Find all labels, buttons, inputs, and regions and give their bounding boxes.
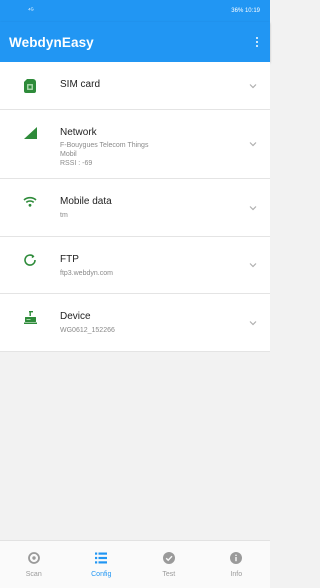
- device-icon: [0, 294, 60, 324]
- mobile-data-apn: tm: [60, 212, 68, 219]
- nav-test[interactable]: Test: [135, 541, 203, 588]
- nav-scan[interactable]: Scan: [0, 541, 68, 588]
- sim-card-icon: [0, 62, 60, 93]
- device-item[interactable]: Device WG0612_152266: [0, 294, 270, 352]
- more-vert-icon[interactable]: [252, 33, 263, 52]
- scan-icon: [27, 552, 40, 564]
- app-title: WebdynEasy: [9, 34, 94, 50]
- network-rssi: RSSI : -69: [60, 160, 93, 167]
- sim-card-title: SIM card: [60, 79, 101, 90]
- nav-info-label: Info: [230, 571, 243, 578]
- signal-status-icon: ⁴ᴳ: [28, 8, 34, 14]
- chevron-down-icon: [249, 263, 257, 268]
- config-icon: [95, 552, 108, 564]
- nav-info[interactable]: Info: [203, 541, 271, 588]
- network-title: Network: [60, 127, 97, 138]
- ftp-host: ftp3.webdyn.com: [60, 270, 113, 277]
- bottom-navigation: Scan Config Test Info: [0, 540, 270, 588]
- ftp-item[interactable]: FTP ftp3.webdyn.com: [0, 237, 270, 294]
- network-operator: F-Bouygues Telecom Things: [60, 142, 149, 149]
- sim-card-item[interactable]: SIM card: [0, 62, 270, 110]
- signal-icon: [0, 110, 60, 139]
- nav-scan-label: Scan: [25, 571, 42, 578]
- chevron-down-icon: [249, 83, 257, 88]
- wifi-icon: [0, 179, 60, 207]
- chevron-down-icon: [249, 142, 257, 147]
- network-operator-cont: Mobil: [60, 151, 77, 158]
- ftp-title: FTP: [60, 254, 79, 265]
- device-id: WG0612_152266: [60, 327, 115, 334]
- mobile-data-title: Mobile data: [60, 196, 112, 207]
- mobile-data-item[interactable]: Mobile data tm: [0, 179, 270, 237]
- nav-config-label: Config: [91, 571, 112, 578]
- status-bar: ⁴ᴳ 36% 10:19: [0, 0, 270, 22]
- info-icon: [230, 552, 243, 564]
- test-icon: [162, 552, 175, 564]
- app-bar: WebdynEasy: [0, 22, 270, 62]
- config-list: SIM card Network F-Bouygues Telecom Thin…: [0, 62, 270, 352]
- chevron-down-icon: [249, 320, 257, 325]
- device-title: Device: [60, 311, 91, 322]
- chevron-down-icon: [249, 205, 257, 210]
- network-item[interactable]: Network F-Bouygues Telecom Things Mobil …: [0, 110, 270, 179]
- ftp-icon: [0, 237, 60, 266]
- nav-test-label: Test: [162, 571, 176, 578]
- nav-config[interactable]: Config: [68, 541, 136, 588]
- status-time: 36% 10:19: [231, 8, 260, 14]
